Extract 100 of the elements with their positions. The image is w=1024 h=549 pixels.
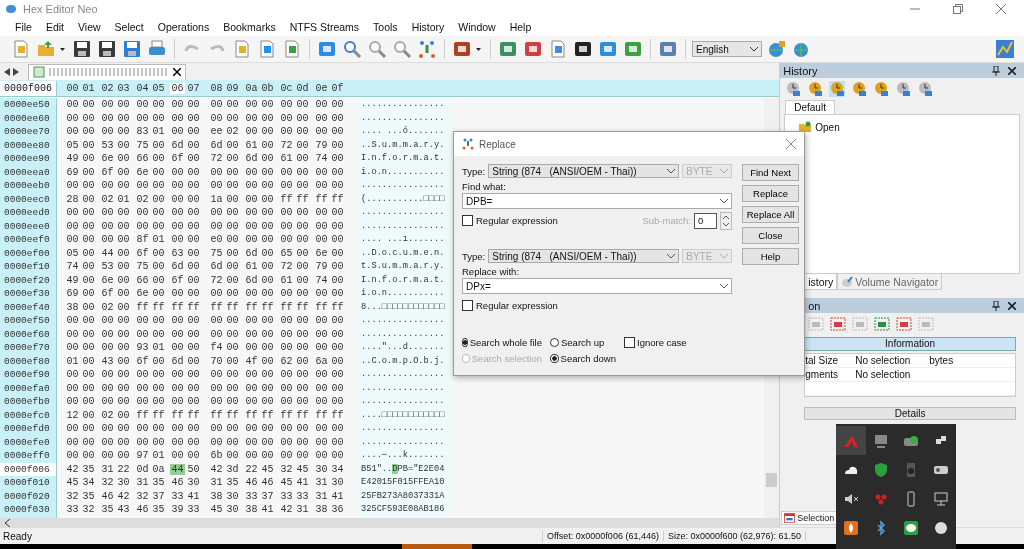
menu-item[interactable]: Window (451, 20, 503, 33)
menu-item[interactable]: Select (107, 20, 151, 33)
hex-byte: 0d (135, 463, 150, 475)
dialog-button[interactable]: Close (742, 227, 799, 244)
clock-group-icon[interactable] (829, 81, 846, 97)
dialog-button[interactable]: Replace All (742, 206, 799, 223)
checkbox[interactable] (462, 215, 473, 226)
checkbox[interactable] (624, 337, 635, 348)
section-header[interactable]: Details (804, 407, 1016, 420)
language-dropdown[interactable]: English (692, 41, 762, 57)
radio-button[interactable] (462, 338, 468, 347)
hex-byte: 46 (100, 490, 115, 502)
hex-byte: ff (279, 301, 294, 313)
radio-button[interactable] (550, 338, 559, 347)
menu-item[interactable]: Tools (366, 20, 405, 33)
panel-tab[interactable]: Volume Navigator (837, 274, 943, 290)
close-icon[interactable] (1008, 301, 1016, 310)
find-previous-icon[interactable] (392, 39, 412, 59)
clock-export-icon[interactable] (917, 81, 934, 97)
history-entry[interactable]: Open (815, 121, 840, 133)
hex-byte: 00 (260, 261, 275, 273)
table-cell-text: gments (805, 368, 840, 381)
range-icon[interactable] (830, 316, 847, 332)
close-icon[interactable] (1008, 66, 1016, 75)
hex-byte: 38 (314, 504, 329, 516)
save-as-icon[interactable] (122, 39, 142, 59)
menu-item[interactable]: NTFS Streams (282, 20, 367, 33)
checkbox-label[interactable]: Regular expression (476, 300, 558, 311)
find-next-icon[interactable] (367, 39, 387, 59)
hex-byte: 00 (135, 207, 150, 219)
hex-byte: 00 (151, 396, 166, 408)
horizontal-scrollbar[interactable] (0, 518, 780, 527)
history-icon[interactable] (785, 81, 802, 97)
clock-branch-icon[interactable] (851, 81, 868, 97)
caret-icon[interactable] (60, 47, 65, 51)
save-all-icon[interactable] (97, 39, 117, 59)
hex-byte: 00 (314, 450, 329, 462)
save-icon[interactable] (72, 39, 92, 59)
panel-tab[interactable]: Default (785, 100, 835, 114)
menu-item[interactable]: History (404, 20, 452, 33)
network-icon[interactable] (933, 490, 949, 507)
checkbox-label[interactable]: Regular expression (476, 215, 558, 226)
input-field[interactable]: DPB= (462, 193, 732, 209)
type-dropdown[interactable]: String (874 (ANSI/OEM - Thai)) (488, 164, 680, 178)
type-dropdown[interactable]: String (874 (ANSI/OEM - Thai)) (488, 249, 680, 263)
hex-byte: 6d (170, 139, 185, 151)
input-field[interactable]: DPx= (462, 278, 732, 294)
menu-item[interactable]: Edit (38, 20, 71, 33)
caret-icon[interactable] (476, 47, 481, 51)
hex-byte: 00 (279, 382, 294, 394)
offset-cell-text: 0000ee50 (3, 98, 51, 112)
range-add-icon[interactable] (896, 316, 913, 332)
panel-tab[interactable]: Selection (781, 511, 838, 525)
offset-cell-text: 0000ee70 (3, 125, 51, 139)
radio-label[interactable]: Search down (560, 353, 616, 364)
menu-item[interactable]: View (71, 20, 108, 33)
scroll-left-icon[interactable] (5, 518, 10, 527)
hex-byte: 00 (151, 99, 166, 111)
radio-label[interactable]: Search up (561, 337, 605, 348)
close-icon[interactable] (173, 68, 181, 76)
checkbox[interactable] (462, 300, 473, 311)
search-icon[interactable] (342, 39, 362, 59)
hex-byte: 00 (260, 328, 275, 340)
ascii-text: E42015F015FFEA10 (361, 477, 445, 487)
menu-item[interactable]: Operations (150, 20, 217, 33)
dialog-button[interactable]: Help (742, 248, 799, 265)
hex-byte: 00 (116, 153, 131, 165)
hex-byte: 00 (260, 274, 275, 286)
menu-item[interactable]: File (8, 20, 39, 33)
pin-icon[interactable] (992, 65, 1000, 76)
hex-byte: 00 (244, 99, 259, 111)
radio-label[interactable]: Search whole file (469, 337, 542, 348)
chart-icon[interactable] (995, 39, 1015, 59)
clock-add-icon[interactable] (873, 81, 890, 97)
app-icon[interactable] (933, 519, 949, 536)
flame-icon[interactable] (843, 519, 859, 536)
shield-icon[interactable] (873, 461, 889, 478)
clock-remove-icon[interactable] (895, 81, 912, 97)
spinner-arrows-icon[interactable] (720, 211, 732, 230)
pin-icon[interactable] (992, 300, 1000, 311)
dialog-button[interactable]: Replace (742, 185, 799, 202)
check-icon[interactable] (874, 316, 891, 332)
panel-tab[interactable]: istory (804, 274, 838, 290)
checkbox-label[interactable]: Ignore case (637, 337, 687, 348)
scroll-left-icon[interactable] (4, 67, 10, 76)
section-header[interactable]: Information (804, 337, 1016, 351)
menu-item[interactable]: Help (502, 20, 539, 33)
dialog-button[interactable]: Find Next (742, 164, 799, 181)
tree-icon[interactable] (417, 39, 437, 59)
hex-byte: 00 (330, 153, 345, 165)
clock-save-icon[interactable] (807, 81, 824, 97)
document-icon[interactable] (548, 39, 568, 59)
number-field[interactable]: 0 (694, 212, 717, 229)
scroll-right-icon[interactable] (13, 67, 19, 76)
chat-icon[interactable] (903, 519, 919, 536)
restore-icon[interactable] (953, 3, 963, 14)
radio-button[interactable] (550, 354, 559, 363)
menu-item[interactable]: Bookmarks (216, 20, 283, 33)
globe-plus-icon[interactable] (766, 39, 786, 59)
hex-byte: 00 (65, 328, 80, 340)
